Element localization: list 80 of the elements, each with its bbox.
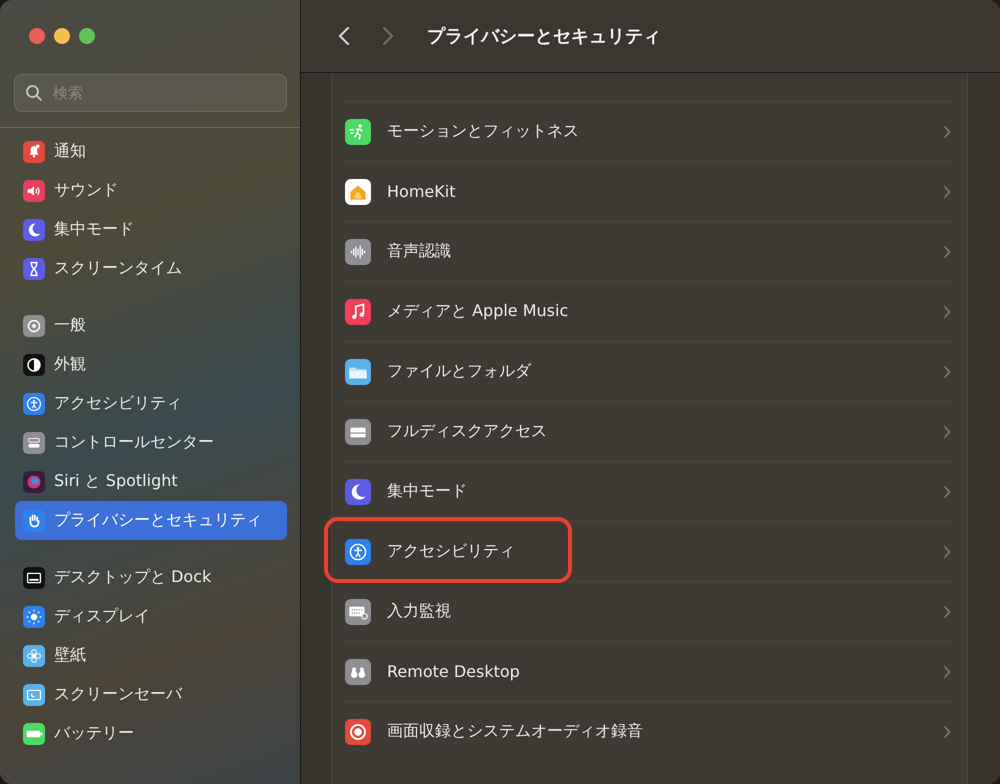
keyboard-icon bbox=[345, 598, 371, 624]
zoom-button[interactable] bbox=[79, 28, 95, 44]
sidebar-item[interactable]: バッテリー bbox=[15, 714, 287, 753]
sidebar-item[interactable]: スクリーンセーバ bbox=[15, 675, 287, 714]
record-icon bbox=[345, 718, 371, 744]
row-label: モーションとフィットネス bbox=[387, 121, 579, 142]
binoculars-icon bbox=[345, 658, 371, 684]
moon-icon bbox=[23, 218, 45, 240]
orb-icon bbox=[23, 470, 45, 492]
row-label: 画面収録とシステムオーディオ録音 bbox=[387, 721, 643, 742]
chevron-icon bbox=[943, 544, 951, 558]
sidebar-item[interactable]: スクリーンタイム bbox=[15, 249, 287, 288]
hourglass-icon bbox=[23, 258, 45, 280]
sidebar-item[interactable]: Siri と Spotlight bbox=[15, 462, 287, 501]
row-label: メディアと Apple Music bbox=[387, 301, 568, 322]
page-title: プライバシーとセキュリティ bbox=[427, 25, 661, 48]
sidebar-item[interactable]: 壁紙 bbox=[15, 636, 287, 675]
close-button[interactable] bbox=[29, 28, 45, 44]
chevron-icon bbox=[943, 604, 951, 618]
chevron-icon bbox=[943, 304, 951, 318]
sidebar-item[interactable]: サウンド bbox=[15, 171, 287, 210]
accessibility-person-icon bbox=[345, 538, 371, 564]
folder-icon bbox=[345, 358, 371, 384]
house-icon bbox=[345, 178, 371, 204]
chevron-left-icon bbox=[337, 25, 351, 47]
settings-row[interactable]: HomeKit bbox=[344, 161, 955, 221]
speaker-icon bbox=[23, 180, 45, 202]
chevron-icon bbox=[943, 184, 951, 198]
chevron-icon bbox=[943, 364, 951, 378]
chevron-icon bbox=[943, 424, 951, 438]
settings-row[interactable]: 画面収録とシステムオーディオ録音 bbox=[344, 701, 955, 761]
bell-icon bbox=[23, 140, 45, 162]
chevron-icon bbox=[943, 724, 951, 738]
sidebar-item[interactable]: 通知 bbox=[15, 132, 287, 171]
row-label: Remote Desktop bbox=[387, 662, 520, 681]
chevron-icon bbox=[943, 124, 951, 138]
row-label: 音声認識 bbox=[387, 241, 451, 262]
row-label: ファイルとフォルダ bbox=[387, 361, 531, 382]
row-label: HomeKit bbox=[387, 182, 456, 201]
battery-icon bbox=[23, 722, 45, 744]
settings-row[interactable]: メディアと Apple Music bbox=[344, 281, 955, 341]
minimize-button[interactable] bbox=[54, 28, 70, 44]
screen-moon-icon bbox=[23, 684, 45, 706]
desktop-window-icon bbox=[23, 566, 45, 588]
running-figure-icon bbox=[345, 118, 371, 144]
chevron-icon bbox=[943, 244, 951, 258]
sidebar-item[interactable]: ディスプレイ bbox=[15, 597, 287, 636]
settings-row[interactable]: 集中モード bbox=[344, 461, 955, 521]
settings-row[interactable]: ファイルとフォルダ bbox=[344, 341, 955, 401]
sun-icon bbox=[23, 606, 45, 628]
settings-row[interactable]: 入力監視 bbox=[344, 581, 955, 641]
sidebar-item[interactable]: 外観 bbox=[15, 345, 287, 384]
accessibility-person-icon bbox=[23, 392, 45, 414]
settings-row[interactable]: 音声認識 bbox=[344, 221, 955, 281]
drive-icon bbox=[345, 418, 371, 444]
gear-icon bbox=[23, 314, 45, 336]
waveform-icon bbox=[345, 238, 371, 264]
hand-icon bbox=[23, 510, 45, 532]
row-label: フルディスクアクセス bbox=[387, 421, 547, 442]
sidebar-item[interactable]: プライバシーとセキュリティ bbox=[15, 501, 287, 540]
row-label: 集中モード bbox=[387, 481, 467, 502]
toggle-switches-icon bbox=[23, 432, 45, 454]
row-label: アクセシビリティ bbox=[387, 541, 515, 562]
sidebar-item[interactable]: コントロールセンター bbox=[15, 423, 287, 462]
sidebar-item[interactable]: 集中モード bbox=[15, 210, 287, 249]
settings-row[interactable]: Remote Desktop bbox=[344, 641, 955, 701]
row-label: 入力監視 bbox=[387, 601, 451, 622]
sidebar-item[interactable]: デスクトップと Dock bbox=[15, 558, 287, 597]
moon-icon bbox=[345, 478, 371, 504]
settings-row[interactable]: モーションとフィットネス bbox=[344, 101, 955, 161]
sidebar-item[interactable]: 一般 bbox=[15, 306, 287, 345]
sidebar-item[interactable]: アクセシビリティ bbox=[15, 384, 287, 423]
chevron-icon bbox=[943, 484, 951, 498]
chevron-right-icon bbox=[381, 25, 395, 47]
music-note-icon bbox=[345, 298, 371, 324]
search-icon bbox=[25, 84, 43, 102]
chevron-icon bbox=[943, 664, 951, 678]
settings-row[interactable]: アクセシビリティ bbox=[344, 521, 955, 581]
flower-icon bbox=[23, 644, 45, 666]
settings-row[interactable]: フルディスクアクセス bbox=[344, 401, 955, 461]
